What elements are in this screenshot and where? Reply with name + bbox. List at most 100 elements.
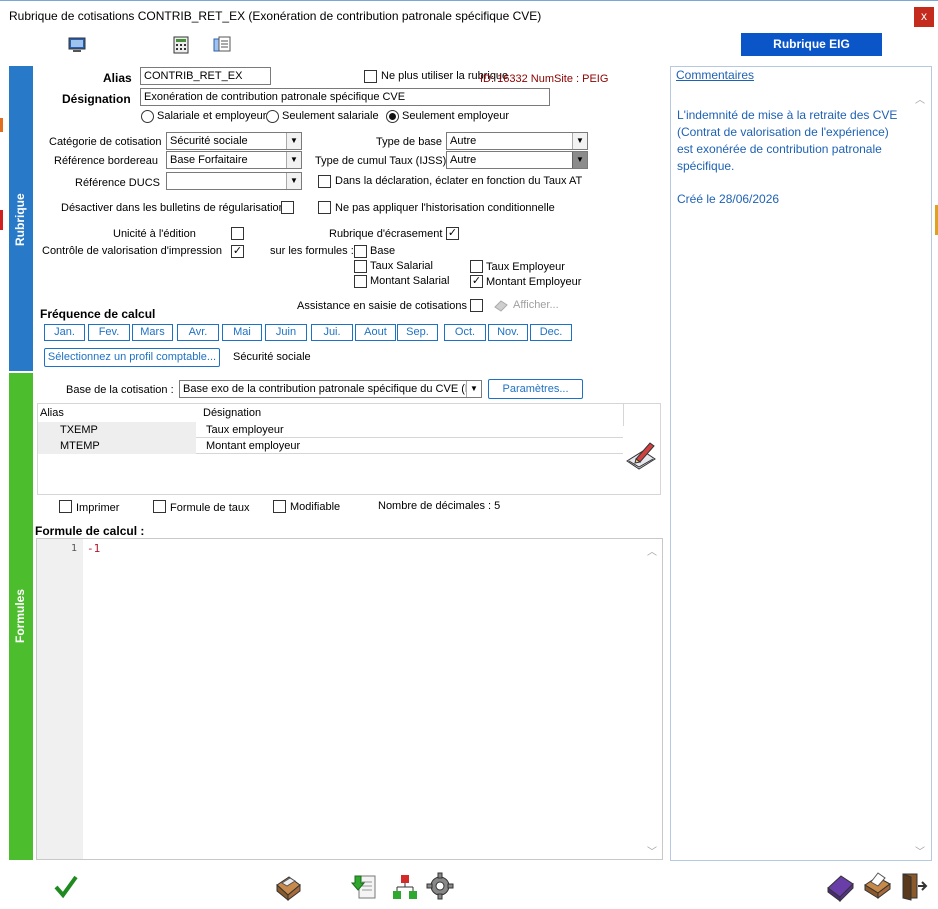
categorie-select[interactable]: Sécurité sociale ▼ — [166, 132, 302, 150]
rubrique-eig-button[interactable]: Rubrique EIG — [741, 33, 882, 56]
close-button[interactable]: x — [914, 7, 934, 27]
month-jan[interactable]: Jan. — [44, 324, 85, 341]
ref-ducs-select[interactable]: ▼ — [166, 172, 302, 190]
modifiable-label: Modifiable — [290, 501, 341, 513]
base-checkbox[interactable] — [354, 245, 367, 258]
ecrasement-checkbox[interactable]: ✓ — [446, 227, 459, 240]
comments-created: Créé le 28/06/2026 — [677, 192, 780, 206]
type-cumul-select[interactable]: Autre ▼ — [446, 151, 588, 169]
designation-input[interactable]: Exonération de contribution patronale sp… — [140, 88, 550, 106]
taux-employeur-checkbox[interactable] — [470, 260, 483, 273]
ecrasement-label: Rubrique d'écrasement — [329, 228, 443, 240]
controle-checkbox[interactable]: ✓ — [231, 245, 244, 258]
eye-icon — [494, 300, 508, 312]
radio-seulement-salariale[interactable] — [266, 110, 279, 123]
type-base-value: Autre — [450, 135, 477, 147]
row-divider — [196, 453, 623, 454]
code-editor[interactable]: 1 -1 ︿ ﹀ — [36, 538, 663, 860]
ref-bordereau-select[interactable]: Base Forfaitaire ▼ — [166, 151, 302, 169]
scroll-down-arrow[interactable]: ﹀ — [647, 843, 657, 858]
table-cell-alias: MTEMP — [60, 440, 100, 452]
printer-icon[interactable] — [862, 871, 892, 901]
month-juin[interactable]: Juin — [265, 324, 307, 341]
radio-seulement-salariale-label: Seulement salariale — [282, 110, 379, 122]
table-cell-designation: Montant employeur — [206, 440, 301, 452]
document-screen-icon[interactable] — [212, 36, 232, 54]
montant-employeur-checkbox[interactable]: ✓ — [470, 275, 483, 288]
column-header-alias: Alias — [40, 407, 64, 419]
modifiable-checkbox[interactable] — [273, 500, 286, 513]
month-mars[interactable]: Mars — [132, 324, 173, 341]
formule-taux-label: Formule de taux — [170, 502, 250, 514]
historisation-checkbox[interactable] — [318, 201, 331, 214]
radio-seulement-employeur[interactable] — [386, 110, 399, 123]
settings-gear-icon[interactable] — [425, 871, 455, 901]
profil-comptable-button[interactable]: Sélectionnez un profil comptable... — [44, 348, 220, 367]
month-aout[interactable]: Aout — [355, 324, 396, 341]
imprimer-checkbox[interactable] — [59, 500, 72, 513]
alias-input[interactable]: CONTRIB_RET_EX — [140, 67, 271, 85]
designation-label: Désignation — [62, 92, 131, 106]
monitor-icon[interactable] — [67, 36, 87, 54]
base-cotisation-select[interactable]: Base exo de la contribution patronale sp… — [179, 380, 482, 398]
montant-salarial-checkbox[interactable] — [354, 275, 367, 288]
month-sep[interactable]: Sep. — [397, 324, 438, 341]
comments-body: L'indemnité de mise à la retraite des CV… — [677, 108, 898, 173]
chevron-down-icon: ▼ — [466, 381, 481, 397]
ref-ducs-label: Référence DUCS — [75, 177, 160, 189]
purple-card-icon[interactable] — [825, 872, 855, 902]
taux-salarial-checkbox[interactable] — [354, 260, 367, 273]
frequence-label: Fréquence de calcul — [40, 307, 156, 321]
table-row[interactable]: MTEMP Montant employeur — [38, 438, 623, 454]
column-header-designation: Désignation — [203, 407, 262, 419]
exit-door-icon[interactable] — [898, 871, 928, 901]
scroll-up-arrow[interactable]: ︿ — [647, 543, 657, 558]
montant-employeur-label: Montant Employeur — [486, 276, 582, 288]
desactiver-checkbox[interactable] — [281, 201, 294, 214]
base-cotisation-label: Base de la cotisation : — [66, 384, 174, 396]
ref-bordereau-label: Référence bordereau — [54, 155, 158, 167]
type-base-select[interactable]: Autre ▼ — [446, 132, 588, 150]
montant-salarial-label: Montant Salarial — [370, 275, 450, 287]
archive-drawer-icon[interactable] — [273, 871, 303, 901]
code-line[interactable]: -1 — [87, 542, 100, 555]
import-document-icon[interactable] — [350, 872, 380, 902]
chevron-down-icon: ▼ — [286, 152, 301, 168]
month-mai[interactable]: Mai — [222, 324, 262, 341]
checkmark-icon[interactable] — [51, 872, 81, 902]
controle-label: Contrôle de valorisation d'impression — [42, 245, 223, 257]
formule-taux-checkbox[interactable] — [153, 500, 166, 513]
month-dec[interactable]: Dec. — [530, 324, 572, 341]
parametres-button[interactable]: Paramètres... — [488, 379, 583, 399]
hierarchy-icon[interactable] — [390, 872, 420, 902]
radio-seulement-employeur-label: Seulement employeur — [402, 110, 510, 122]
table-row[interactable]: TXEMP Taux employeur — [38, 422, 623, 438]
sur-formules-label: sur les formules : — [270, 245, 354, 257]
historisation-label: Ne pas appliquer l'historisation conditi… — [335, 202, 555, 214]
edit-pencil-icon[interactable] — [624, 439, 658, 471]
month-nov[interactable]: Nov. — [488, 324, 528, 341]
no-use-checkbox[interactable] — [364, 70, 377, 83]
eclater-checkbox[interactable] — [318, 175, 331, 188]
assistance-checkbox[interactable] — [470, 299, 483, 312]
ref-bordereau-value: Base Forfaitaire — [170, 154, 248, 166]
scroll-up-arrow[interactable]: ︿ — [915, 91, 925, 106]
type-base-label: Type de base — [376, 136, 443, 148]
imprimer-label: Imprimer — [76, 502, 120, 514]
radio-salariale-employeur[interactable] — [141, 110, 154, 123]
table-cell-designation: Taux employeur — [206, 424, 284, 436]
month-fev[interactable]: Fev. — [88, 324, 130, 341]
comments-header[interactable]: Commentaires — [676, 68, 754, 82]
scroll-down-arrow[interactable]: ﹀ — [915, 843, 925, 858]
formules-tab[interactable]: Formules — [9, 373, 33, 860]
calculator-icon[interactable] — [171, 36, 191, 54]
taux-employeur-label: Taux Employeur — [486, 261, 565, 273]
month-avr[interactable]: Avr. — [177, 324, 219, 341]
unicite-checkbox[interactable] — [231, 227, 244, 240]
rubrique-tab[interactable]: Rubrique — [9, 66, 33, 371]
month-jui[interactable]: Jui. — [311, 324, 353, 341]
chevron-down-icon: ▼ — [572, 133, 587, 149]
afficher-link[interactable]: Afficher... — [513, 299, 559, 311]
month-oct[interactable]: Oct. — [444, 324, 486, 341]
id-text: ID: 16332 NumSite : PEIG — [480, 73, 609, 85]
